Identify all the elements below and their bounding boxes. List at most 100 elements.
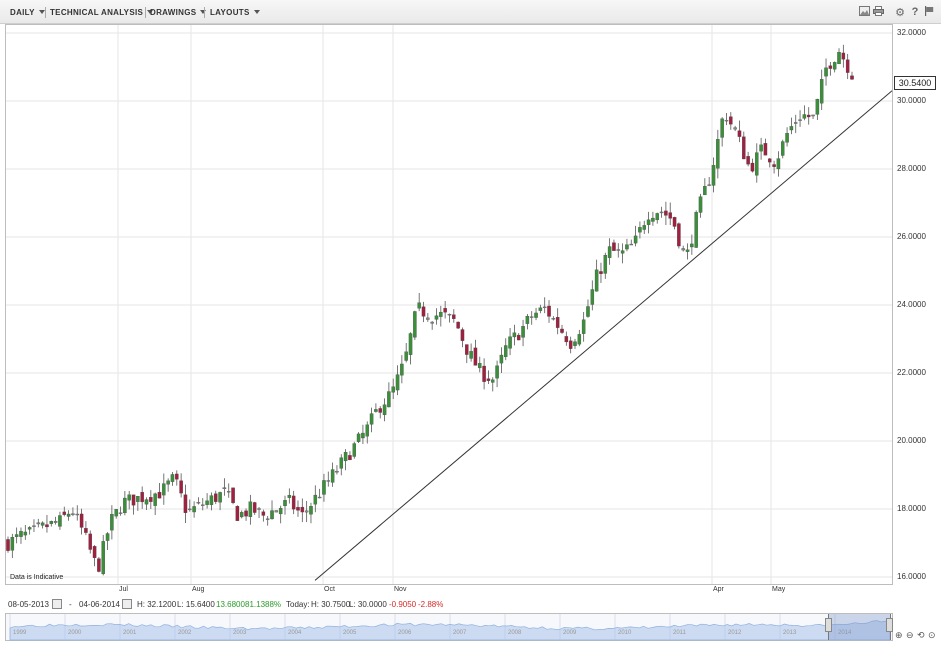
candle — [655, 212, 659, 224]
candle — [131, 494, 136, 515]
candle — [525, 314, 530, 330]
candle — [235, 505, 240, 521]
candle — [486, 370, 491, 384]
candle — [170, 472, 175, 486]
candle — [244, 508, 248, 521]
candle — [356, 432, 361, 444]
trendline[interactable] — [314, 90, 893, 581]
zoom-out-icon[interactable]: ⊖ — [906, 630, 914, 641]
candle — [53, 516, 58, 525]
candle — [845, 53, 850, 80]
candle — [162, 473, 166, 505]
candle — [646, 211, 651, 234]
candle — [417, 292, 421, 312]
navigator-year-label: 2005 — [343, 630, 357, 636]
candle — [720, 117, 724, 147]
candle — [811, 114, 815, 120]
candle — [10, 533, 15, 559]
range-change: 13.6800 — [216, 600, 245, 609]
calendar-icon[interactable] — [122, 599, 132, 609]
candle — [84, 521, 88, 536]
candle — [283, 495, 287, 515]
candle — [149, 490, 153, 509]
candle — [326, 471, 331, 487]
today-change: -0.9050 — [389, 600, 417, 609]
candle — [66, 510, 71, 521]
candle — [521, 319, 525, 347]
y-tick-label: 20.0000 — [897, 436, 926, 445]
navigator-year-label: 2006 — [398, 630, 412, 636]
range-change-pct: 81.1388% — [245, 600, 282, 609]
navigator-selection[interactable] — [828, 614, 891, 640]
navigator-handle-right[interactable] — [886, 618, 893, 632]
candle — [291, 490, 296, 515]
candle — [45, 515, 49, 533]
today-low: L: 30.0000 — [349, 600, 387, 609]
candle — [837, 48, 841, 65]
date-separator: - — [69, 600, 72, 609]
y-tick-label: 16.0000 — [897, 572, 926, 581]
candle — [257, 506, 261, 519]
range-high: H: 32.1200 — [137, 600, 177, 609]
candle — [127, 490, 131, 510]
calendar-icon[interactable] — [52, 599, 62, 609]
candle — [620, 243, 625, 264]
candle — [430, 321, 434, 330]
candle — [36, 518, 41, 528]
date-to[interactable]: 04-06-2014 — [79, 600, 120, 609]
range-low: L: 15.6400 — [177, 600, 215, 609]
candle — [40, 521, 45, 529]
navigator-year-label: 2000 — [68, 630, 82, 636]
candle — [638, 221, 642, 239]
candle — [218, 491, 222, 511]
zoom-in-icon[interactable]: ⊕ — [895, 630, 903, 641]
zoom-fit-icon[interactable]: ⊙ — [928, 630, 936, 641]
candle — [248, 494, 253, 525]
candle — [265, 515, 270, 526]
candle — [629, 239, 634, 246]
candle — [590, 280, 595, 311]
y-tick-label: 26.0000 — [897, 232, 926, 241]
candle — [828, 61, 833, 76]
candle — [802, 105, 807, 121]
candle — [586, 299, 590, 318]
candle — [785, 127, 789, 147]
navigator-year-label: 2009 — [563, 630, 577, 636]
candle — [304, 500, 309, 523]
navigator-year-label: 2012 — [728, 630, 742, 636]
candle — [209, 492, 214, 511]
candle — [443, 300, 447, 319]
candle — [755, 143, 759, 183]
candle — [123, 491, 127, 516]
x-tick-label: May — [772, 586, 786, 593]
candle — [806, 107, 811, 125]
candle — [577, 329, 582, 347]
candle — [560, 324, 564, 334]
range-navigator[interactable] — [5, 613, 893, 641]
candle — [49, 520, 54, 527]
candle — [789, 117, 794, 135]
candle — [101, 534, 105, 576]
zoom-reset-icon[interactable]: ⟲ — [917, 630, 925, 641]
candle — [694, 210, 698, 248]
candle — [763, 138, 768, 156]
navigator-handle-left[interactable] — [825, 618, 832, 632]
candle — [110, 505, 114, 540]
candle — [642, 220, 646, 234]
candle — [58, 511, 62, 530]
candle — [114, 509, 118, 519]
candle — [287, 488, 292, 504]
candle — [460, 327, 465, 348]
candle — [733, 125, 737, 132]
candle — [793, 114, 798, 134]
candle — [144, 497, 149, 511]
candle — [690, 234, 694, 255]
y-tick-label: 24.0000 — [897, 300, 926, 309]
candle — [841, 44, 846, 68]
date-from[interactable]: 08-05-2013 — [8, 600, 49, 609]
candle — [75, 505, 80, 521]
candle — [547, 300, 551, 323]
candle — [742, 131, 746, 160]
candle — [668, 202, 672, 225]
candle — [612, 239, 616, 251]
